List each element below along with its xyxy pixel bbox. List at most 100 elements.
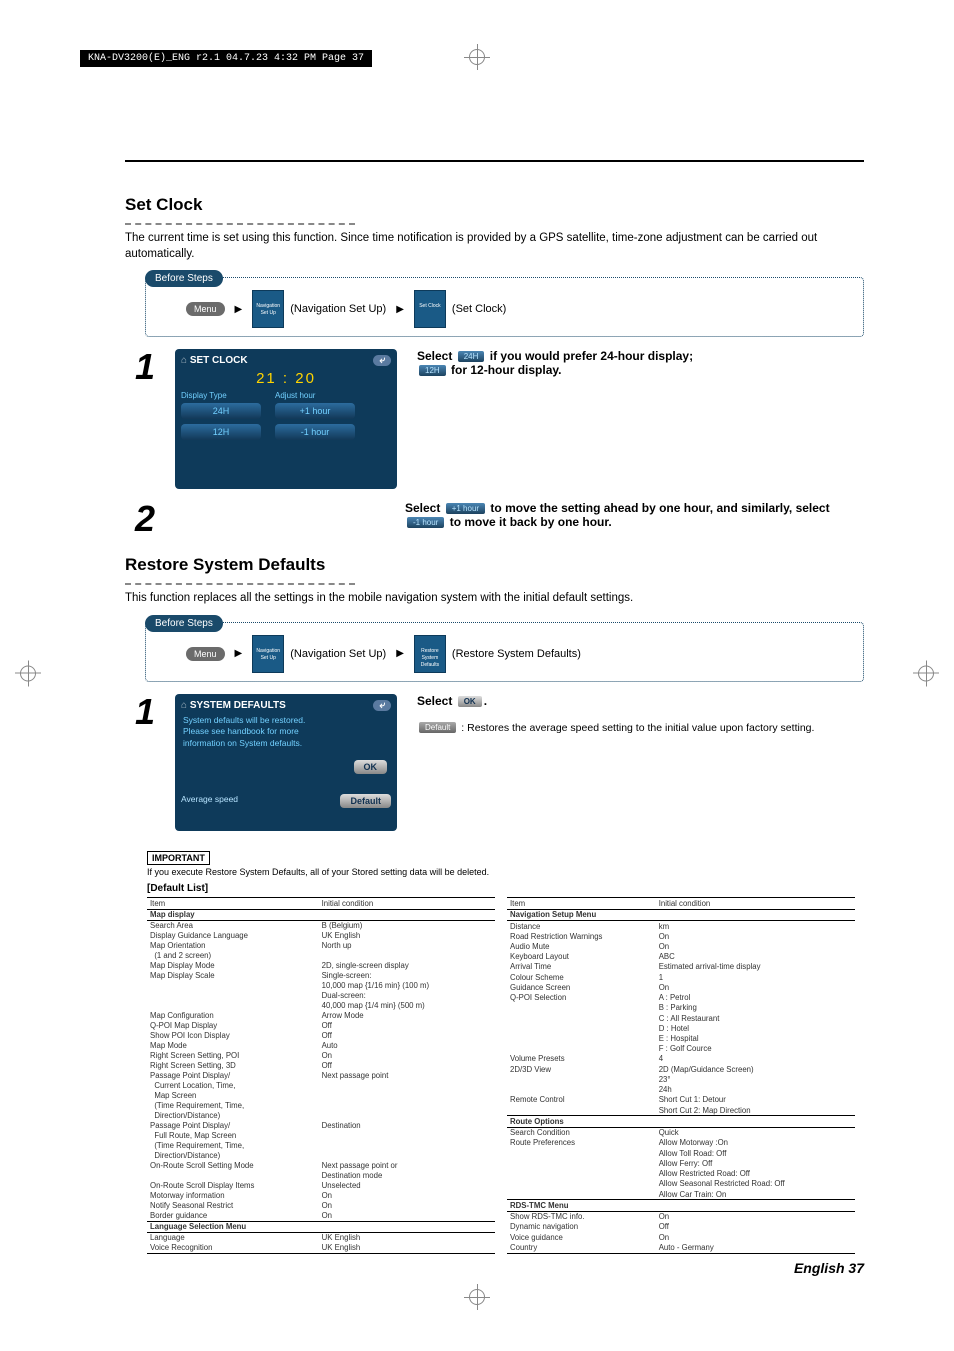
table-cell-value: Arrow Mode [319, 1011, 495, 1021]
table-cell-value: Auto [319, 1041, 495, 1051]
table-cell-item: Keyboard Layout [507, 952, 656, 962]
arrow-icon: ▶ [235, 304, 243, 315]
table-cell-item: Border guidance [147, 1211, 319, 1222]
table-cell-value [319, 1131, 495, 1141]
table-cell-value: Unselected [319, 1181, 495, 1191]
table-cell-value: Allow Restricted Road: Off [656, 1169, 855, 1179]
arrow-icon: ▶ [396, 304, 404, 315]
table-cell-value: A : Petrol [656, 993, 855, 1003]
back-icon: ⤶ [373, 355, 391, 366]
section-header: Route Options [507, 1116, 855, 1127]
table-cell-item: Voice Recognition [147, 1243, 319, 1254]
table-cell-value: 24h [656, 1085, 855, 1095]
step-number-2: 2 [125, 501, 155, 537]
table-cell-item: On-Route Scroll Setting Mode [147, 1161, 319, 1171]
col-initial: Initial condition [656, 897, 855, 909]
before-steps-label: Before Steps [145, 615, 223, 632]
table-cell-item [507, 1148, 656, 1158]
table-cell-item [507, 1158, 656, 1168]
table-cell-item [507, 1105, 656, 1116]
table-cell-item: On-Route Scroll Display Items [147, 1181, 319, 1191]
table-cell-item [507, 1044, 656, 1054]
table-cell-item: Dynamic navigation [507, 1222, 656, 1232]
table-cell-item: Map Mode [147, 1041, 319, 1051]
table-cell-item: Country [507, 1242, 656, 1253]
crop-mark [469, 48, 485, 71]
table-cell-value: Destination [319, 1121, 495, 1131]
col-initial: Initial condition [319, 897, 495, 909]
table-cell-value: On [656, 942, 855, 952]
table-cell-value [319, 1091, 495, 1101]
col-item: Item [507, 897, 656, 909]
table-cell-value: 2D, single-screen display [319, 961, 495, 971]
table-cell-item: Search Condition [507, 1127, 656, 1138]
table-cell-value: B (Belgium) [319, 920, 495, 931]
table-cell-item [507, 1179, 656, 1189]
default-list-header: [Default List] [147, 883, 864, 894]
table-cell-item: Audio Mute [507, 942, 656, 952]
screen-body-line: Please see handbook for more [183, 726, 389, 738]
mini-btn-default: Default [419, 722, 456, 733]
home-icon: ⌂ [181, 355, 190, 366]
table-cell-value: Allow Toll Road: Off [656, 1148, 855, 1158]
table-cell-item [507, 1169, 656, 1179]
table-cell-value [319, 1081, 495, 1091]
table-cell-item: Guidance Screen [507, 982, 656, 992]
step2-select: Select [405, 501, 440, 515]
table-cell-item [507, 1003, 656, 1013]
default-list-table-a: ItemInitial condition Map display Search… [147, 897, 495, 1254]
step1-instruction: Select 24H if you would prefer 24-hour d… [417, 349, 864, 489]
important-label: IMPORTANT [147, 851, 210, 865]
before-steps-box-2: Before Steps Menu ▶ Navigation Set Up (N… [145, 615, 864, 682]
home-icon: ⌂ [181, 700, 190, 711]
table-cell-item: (Time Requirement, Time, [147, 1141, 319, 1151]
table-cell-item: Colour Scheme [507, 972, 656, 982]
step-number-1: 1 [125, 349, 155, 489]
default-desc: : Restores the average speed setting to … [461, 722, 814, 734]
menu-pill: Menu [186, 647, 225, 661]
mini-btn-ok: OK [458, 696, 482, 707]
table-cell-item: Voice guidance [507, 1232, 656, 1242]
table-cell-item: Map Configuration [147, 1011, 319, 1021]
table-cell-value [319, 1101, 495, 1111]
table-cell-item [147, 991, 319, 1001]
table-cell-value: Off [319, 1031, 495, 1041]
section-header: Map display [147, 909, 495, 920]
crumb-restore-defaults: (Restore System Defaults) [452, 648, 581, 660]
table-cell-item: (1 and 2 screen) [147, 951, 319, 961]
table-cell-item: Road Restriction Warnings [507, 931, 656, 941]
table-cell-value: On [656, 1232, 855, 1242]
table-cell-item [147, 1171, 319, 1181]
display-type-label: Display Type [181, 391, 261, 400]
before-steps-label: Before Steps [145, 270, 223, 287]
set-clock-description: The current time is set using this funct… [125, 231, 864, 262]
important-text: If you execute Restore System Defaults, … [147, 867, 864, 877]
table-cell-value: C : All Restaurant [656, 1013, 855, 1023]
table-cell-item: Distance [507, 921, 656, 932]
set-clock-tile-icon: Set Clock [414, 290, 446, 328]
table-cell-value: E : Hospital [656, 1033, 855, 1043]
table-cell-item: Current Location, Time, [147, 1081, 319, 1091]
table-cell-value: Destination mode [319, 1171, 495, 1181]
table-cell-value: Dual-screen: [319, 991, 495, 1001]
step2-post: to move it back by one hour. [450, 515, 612, 529]
table-cell-item: Remote Control [507, 1095, 656, 1105]
table-cell-value: Allow Car Train: On [656, 1189, 855, 1200]
table-cell-item: Language [147, 1232, 319, 1243]
table-cell-item: Direction/Distance) [147, 1111, 319, 1121]
spacer [175, 501, 385, 537]
mini-btn-24h: 24H [458, 351, 485, 362]
table-cell-value: 1 [656, 972, 855, 982]
table-cell-value [319, 951, 495, 961]
screen-default-button: Default [340, 794, 391, 808]
table-cell-value: UK English [319, 931, 495, 941]
table-cell-item [507, 1023, 656, 1033]
table-cell-item: Map Display Mode [147, 961, 319, 971]
table-cell-item: Passage Point Display/ [147, 1121, 319, 1131]
table-cell-item: Map Display Scale [147, 971, 319, 981]
table-cell-value: UK English [319, 1243, 495, 1254]
table-cell-item: Volume Presets [507, 1054, 656, 1064]
table-cell-item: 2D/3D View [507, 1064, 656, 1074]
table-cell-item: Show POI Icon Display [147, 1031, 319, 1041]
clock-time: 21 : 20 [181, 370, 391, 387]
